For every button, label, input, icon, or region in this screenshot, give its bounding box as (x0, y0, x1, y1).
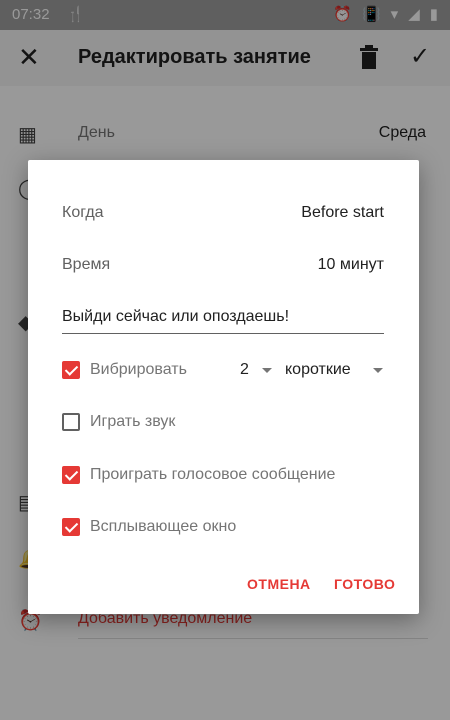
when-row[interactable]: Когда Before start (62, 200, 384, 228)
play-sound-checkbox[interactable] (62, 413, 80, 431)
time-row[interactable]: Время 10 минут (62, 252, 384, 280)
popup-label: Всплывающее окно (90, 518, 237, 535)
voice-message-label: Проиграть голосовое сообщение (90, 466, 336, 483)
vibrate-label: Вибрировать (90, 361, 187, 378)
time-value[interactable]: 10 минут (318, 256, 384, 274)
vibrate-count-dropdown[interactable]: 2 (240, 361, 249, 379)
message-input[interactable]: Выйди сейчас или опоздаешь! (62, 304, 384, 334)
vibrate-checkbox[interactable] (62, 361, 80, 379)
message-underline (62, 333, 384, 334)
notification-dialog: Когда Before start Время 10 минут Выйди … (28, 160, 419, 614)
time-label: Время (62, 256, 111, 273)
message-text[interactable]: Выйди сейчас или опоздаешь! (62, 308, 289, 326)
when-value[interactable]: Before start (301, 204, 384, 222)
popup-checkbox[interactable] (62, 518, 80, 536)
chevron-down-icon[interactable] (373, 368, 383, 373)
when-label: Когда (62, 204, 104, 221)
cancel-button[interactable]: ОТМЕНА (247, 576, 311, 592)
voice-message-checkbox[interactable] (62, 466, 80, 484)
done-button[interactable]: ГОТОВО (334, 576, 395, 592)
chevron-down-icon[interactable] (262, 368, 272, 373)
vibrate-type-dropdown[interactable]: короткие (285, 361, 351, 379)
play-sound-label: Играть звук (90, 413, 176, 430)
